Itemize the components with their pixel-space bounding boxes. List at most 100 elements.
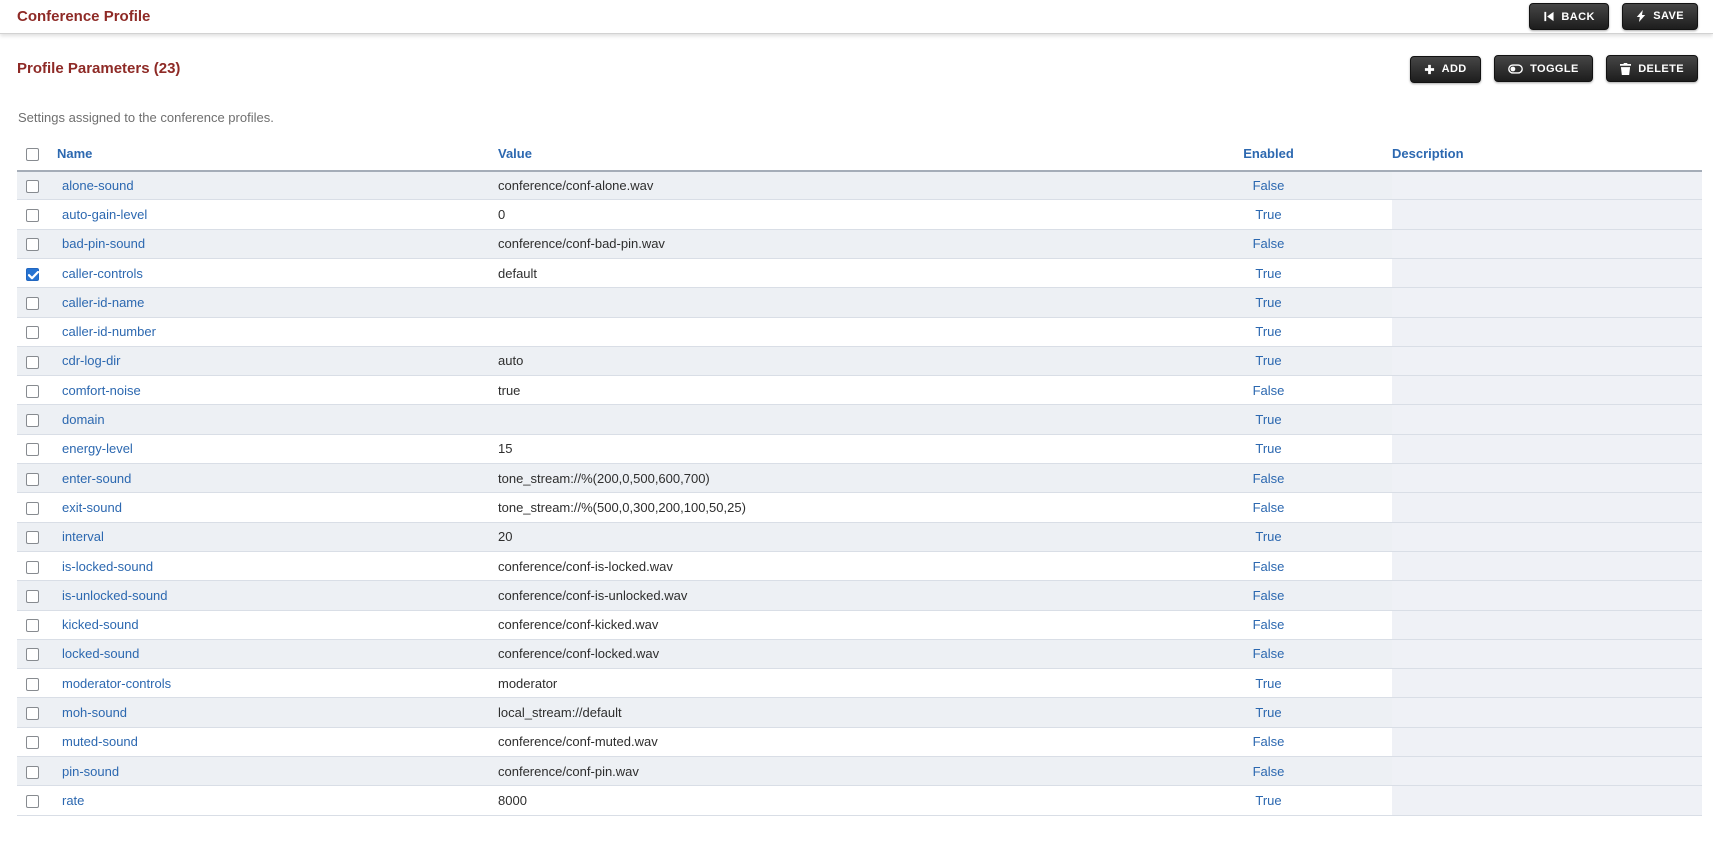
row-checkbox[interactable] bbox=[26, 443, 39, 456]
parameter-name-link[interactable]: rate bbox=[62, 793, 84, 808]
parameter-name-link[interactable]: locked-sound bbox=[62, 646, 139, 661]
row-checkbox[interactable] bbox=[26, 209, 39, 222]
parameter-description-cell bbox=[1392, 610, 1702, 639]
add-button[interactable]: ADD bbox=[1410, 56, 1481, 83]
parameter-name-link[interactable]: moderator-controls bbox=[62, 676, 171, 691]
table-row: bad-pin-sound conference/conf-bad-pin.wa… bbox=[17, 229, 1702, 258]
parameter-enabled-cell: False bbox=[1145, 493, 1392, 522]
parameter-name-cell: alone-sound bbox=[57, 171, 498, 200]
row-checkbox[interactable] bbox=[26, 795, 39, 808]
row-checkbox-cell bbox=[17, 757, 57, 786]
parameter-value-cell: true bbox=[498, 376, 1145, 405]
parameter-name-link[interactable]: exit-sound bbox=[62, 500, 122, 515]
table-row: caller-id-name True bbox=[17, 288, 1702, 317]
row-checkbox[interactable] bbox=[26, 473, 39, 486]
row-checkbox[interactable] bbox=[26, 736, 39, 749]
row-checkbox[interactable] bbox=[26, 385, 39, 398]
parameter-description-cell bbox=[1392, 493, 1702, 522]
parameter-description-cell bbox=[1392, 581, 1702, 610]
parameter-description-cell bbox=[1392, 200, 1702, 229]
row-checkbox[interactable] bbox=[26, 590, 39, 603]
parameter-name-link[interactable]: auto-gain-level bbox=[62, 207, 147, 222]
row-checkbox[interactable] bbox=[26, 531, 39, 544]
column-header-enabled[interactable]: Enabled bbox=[1145, 146, 1392, 171]
parameter-name-link[interactable]: muted-sound bbox=[62, 734, 138, 749]
table-row: alone-sound conference/conf-alone.wav Fa… bbox=[17, 171, 1702, 200]
select-all-checkbox[interactable] bbox=[26, 148, 39, 161]
back-button[interactable]: BACK bbox=[1529, 3, 1608, 30]
row-checkbox[interactable] bbox=[26, 268, 39, 281]
parameter-value-cell: moderator bbox=[498, 669, 1145, 698]
row-checkbox[interactable] bbox=[26, 356, 39, 369]
parameter-value-cell: conference/conf-is-locked.wav bbox=[498, 551, 1145, 580]
parameter-name-link[interactable]: cdr-log-dir bbox=[62, 353, 121, 368]
parameter-value-cell: conference/conf-muted.wav bbox=[498, 727, 1145, 756]
parameter-name-link[interactable]: comfort-noise bbox=[62, 383, 141, 398]
toggle-button[interactable]: TOGGLE bbox=[1494, 55, 1593, 82]
top-bar: Conference Profile BACK SAVE bbox=[0, 0, 1713, 34]
row-checkbox[interactable] bbox=[26, 297, 39, 310]
parameter-name-cell: moderator-controls bbox=[57, 669, 498, 698]
row-checkbox[interactable] bbox=[26, 180, 39, 193]
row-checkbox[interactable] bbox=[26, 619, 39, 632]
parameter-name-link[interactable]: caller-id-name bbox=[62, 295, 144, 310]
row-checkbox[interactable] bbox=[26, 766, 39, 779]
row-checkbox-cell bbox=[17, 346, 57, 375]
row-checkbox-cell bbox=[17, 288, 57, 317]
parameter-name-cell: is-locked-sound bbox=[57, 551, 498, 580]
row-checkbox[interactable] bbox=[26, 561, 39, 574]
row-checkbox[interactable] bbox=[26, 326, 39, 339]
parameter-name-link[interactable]: interval bbox=[62, 529, 104, 544]
parameter-name-link[interactable]: enter-sound bbox=[62, 471, 131, 486]
parameter-name-link[interactable]: caller-id-number bbox=[62, 324, 156, 339]
parameter-value-cell: conference/conf-is-unlocked.wav bbox=[498, 581, 1145, 610]
parameter-description-cell bbox=[1392, 376, 1702, 405]
parameter-value-cell: conference/conf-bad-pin.wav bbox=[498, 229, 1145, 258]
parameter-name-link[interactable]: is-unlocked-sound bbox=[62, 588, 168, 603]
parameter-name-link[interactable]: domain bbox=[62, 412, 105, 427]
table-row: kicked-sound conference/conf-kicked.wav … bbox=[17, 610, 1702, 639]
parameter-description-cell bbox=[1392, 288, 1702, 317]
parameter-name-link[interactable]: alone-sound bbox=[62, 178, 134, 193]
row-checkbox[interactable] bbox=[26, 648, 39, 661]
parameter-name-link[interactable]: pin-sound bbox=[62, 764, 119, 779]
save-button[interactable]: SAVE bbox=[1622, 3, 1698, 30]
parameter-name-cell: is-unlocked-sound bbox=[57, 581, 498, 610]
parameter-name-link[interactable]: bad-pin-sound bbox=[62, 236, 145, 251]
column-header-value[interactable]: Value bbox=[498, 146, 1145, 171]
parameter-value-cell: 15 bbox=[498, 434, 1145, 463]
parameter-enabled-cell: True bbox=[1145, 434, 1392, 463]
table-row: muted-sound conference/conf-muted.wav Fa… bbox=[17, 727, 1702, 756]
parameter-enabled-cell: False bbox=[1145, 581, 1392, 610]
delete-button[interactable]: DELETE bbox=[1606, 55, 1698, 82]
row-checkbox[interactable] bbox=[26, 414, 39, 427]
parameter-description-cell bbox=[1392, 698, 1702, 727]
column-header-name[interactable]: Name bbox=[57, 146, 498, 171]
parameter-enabled-cell: False bbox=[1145, 171, 1392, 200]
parameter-name-link[interactable]: energy-level bbox=[62, 441, 133, 456]
parameter-name-link[interactable]: is-locked-sound bbox=[62, 559, 153, 574]
parameter-name-link[interactable]: caller-controls bbox=[62, 266, 143, 281]
parameter-name-link[interactable]: kicked-sound bbox=[62, 617, 139, 632]
parameter-name-cell: caller-controls bbox=[57, 258, 498, 287]
parameter-description-cell bbox=[1392, 317, 1702, 346]
parameter-value-cell: 0 bbox=[498, 200, 1145, 229]
table-row: enter-sound tone_stream://%(200,0,500,60… bbox=[17, 464, 1702, 493]
row-checkbox[interactable] bbox=[26, 707, 39, 720]
parameter-enabled-cell: True bbox=[1145, 669, 1392, 698]
row-checkbox[interactable] bbox=[26, 678, 39, 691]
parameter-description-cell bbox=[1392, 258, 1702, 287]
row-checkbox[interactable] bbox=[26, 238, 39, 251]
row-checkbox-cell bbox=[17, 493, 57, 522]
row-checkbox-cell bbox=[17, 200, 57, 229]
parameter-enabled-cell: False bbox=[1145, 727, 1392, 756]
parameter-enabled-cell: False bbox=[1145, 464, 1392, 493]
row-checkbox-cell bbox=[17, 551, 57, 580]
parameter-enabled-cell: False bbox=[1145, 376, 1392, 405]
row-checkbox[interactable] bbox=[26, 502, 39, 515]
parameter-name-link[interactable]: moh-sound bbox=[62, 705, 127, 720]
column-header-description[interactable]: Description bbox=[1392, 146, 1702, 171]
section-actions: ADD TOGGLE DELETE bbox=[1410, 55, 1698, 83]
parameter-name-cell: auto-gain-level bbox=[57, 200, 498, 229]
table-row: interval 20 True bbox=[17, 522, 1702, 551]
